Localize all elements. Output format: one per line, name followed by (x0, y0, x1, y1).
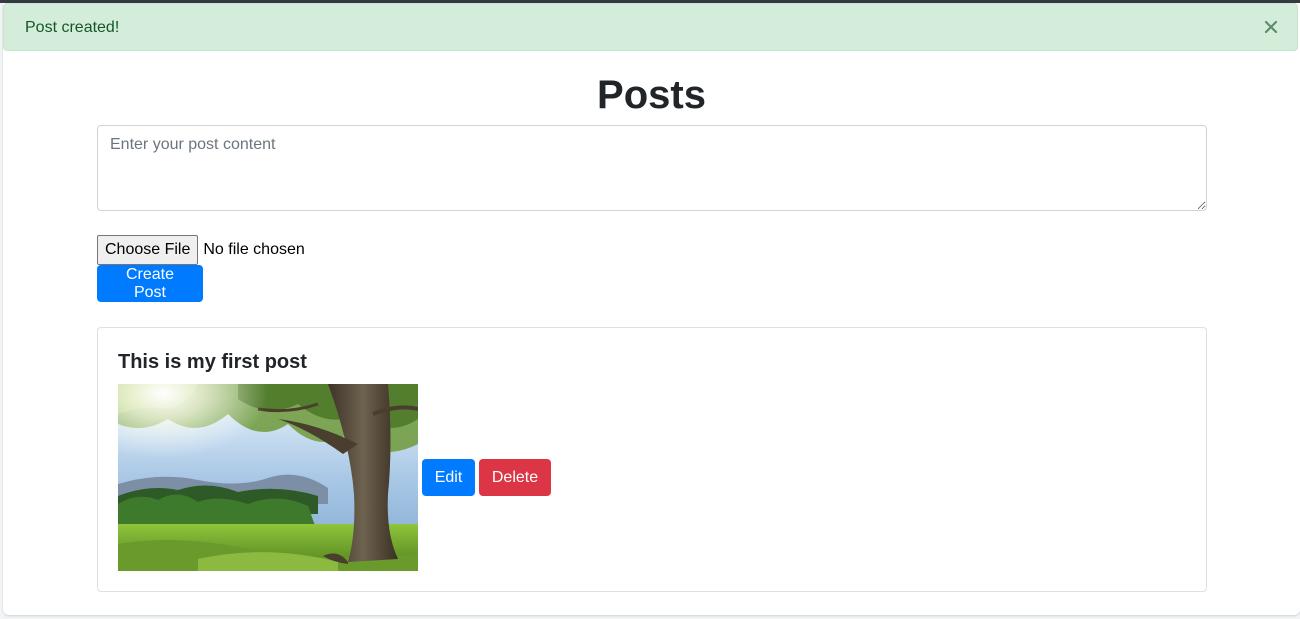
success-alert: Post created! (3, 3, 1298, 51)
delete-button[interactable]: Delete (479, 459, 551, 496)
post-content-input[interactable] (97, 125, 1207, 211)
post-content: This is my first post (118, 351, 307, 373)
close-icon[interactable] (1262, 18, 1280, 36)
post-card: This is my first post Edit Delete (97, 327, 1207, 592)
post-image (118, 384, 418, 571)
page-title: Posts (597, 73, 706, 117)
alert-message: Post created! (25, 19, 120, 36)
file-status-text: No file chosen (203, 241, 305, 258)
edit-button[interactable]: Edit (422, 459, 475, 496)
file-input[interactable]: Choose File No file chosen (97, 235, 305, 265)
choose-file-button[interactable]: Choose File (97, 235, 199, 265)
page-container: Post created! Posts Choose File No file … (3, 3, 1300, 615)
create-post-button[interactable]: Create Post (97, 265, 203, 302)
